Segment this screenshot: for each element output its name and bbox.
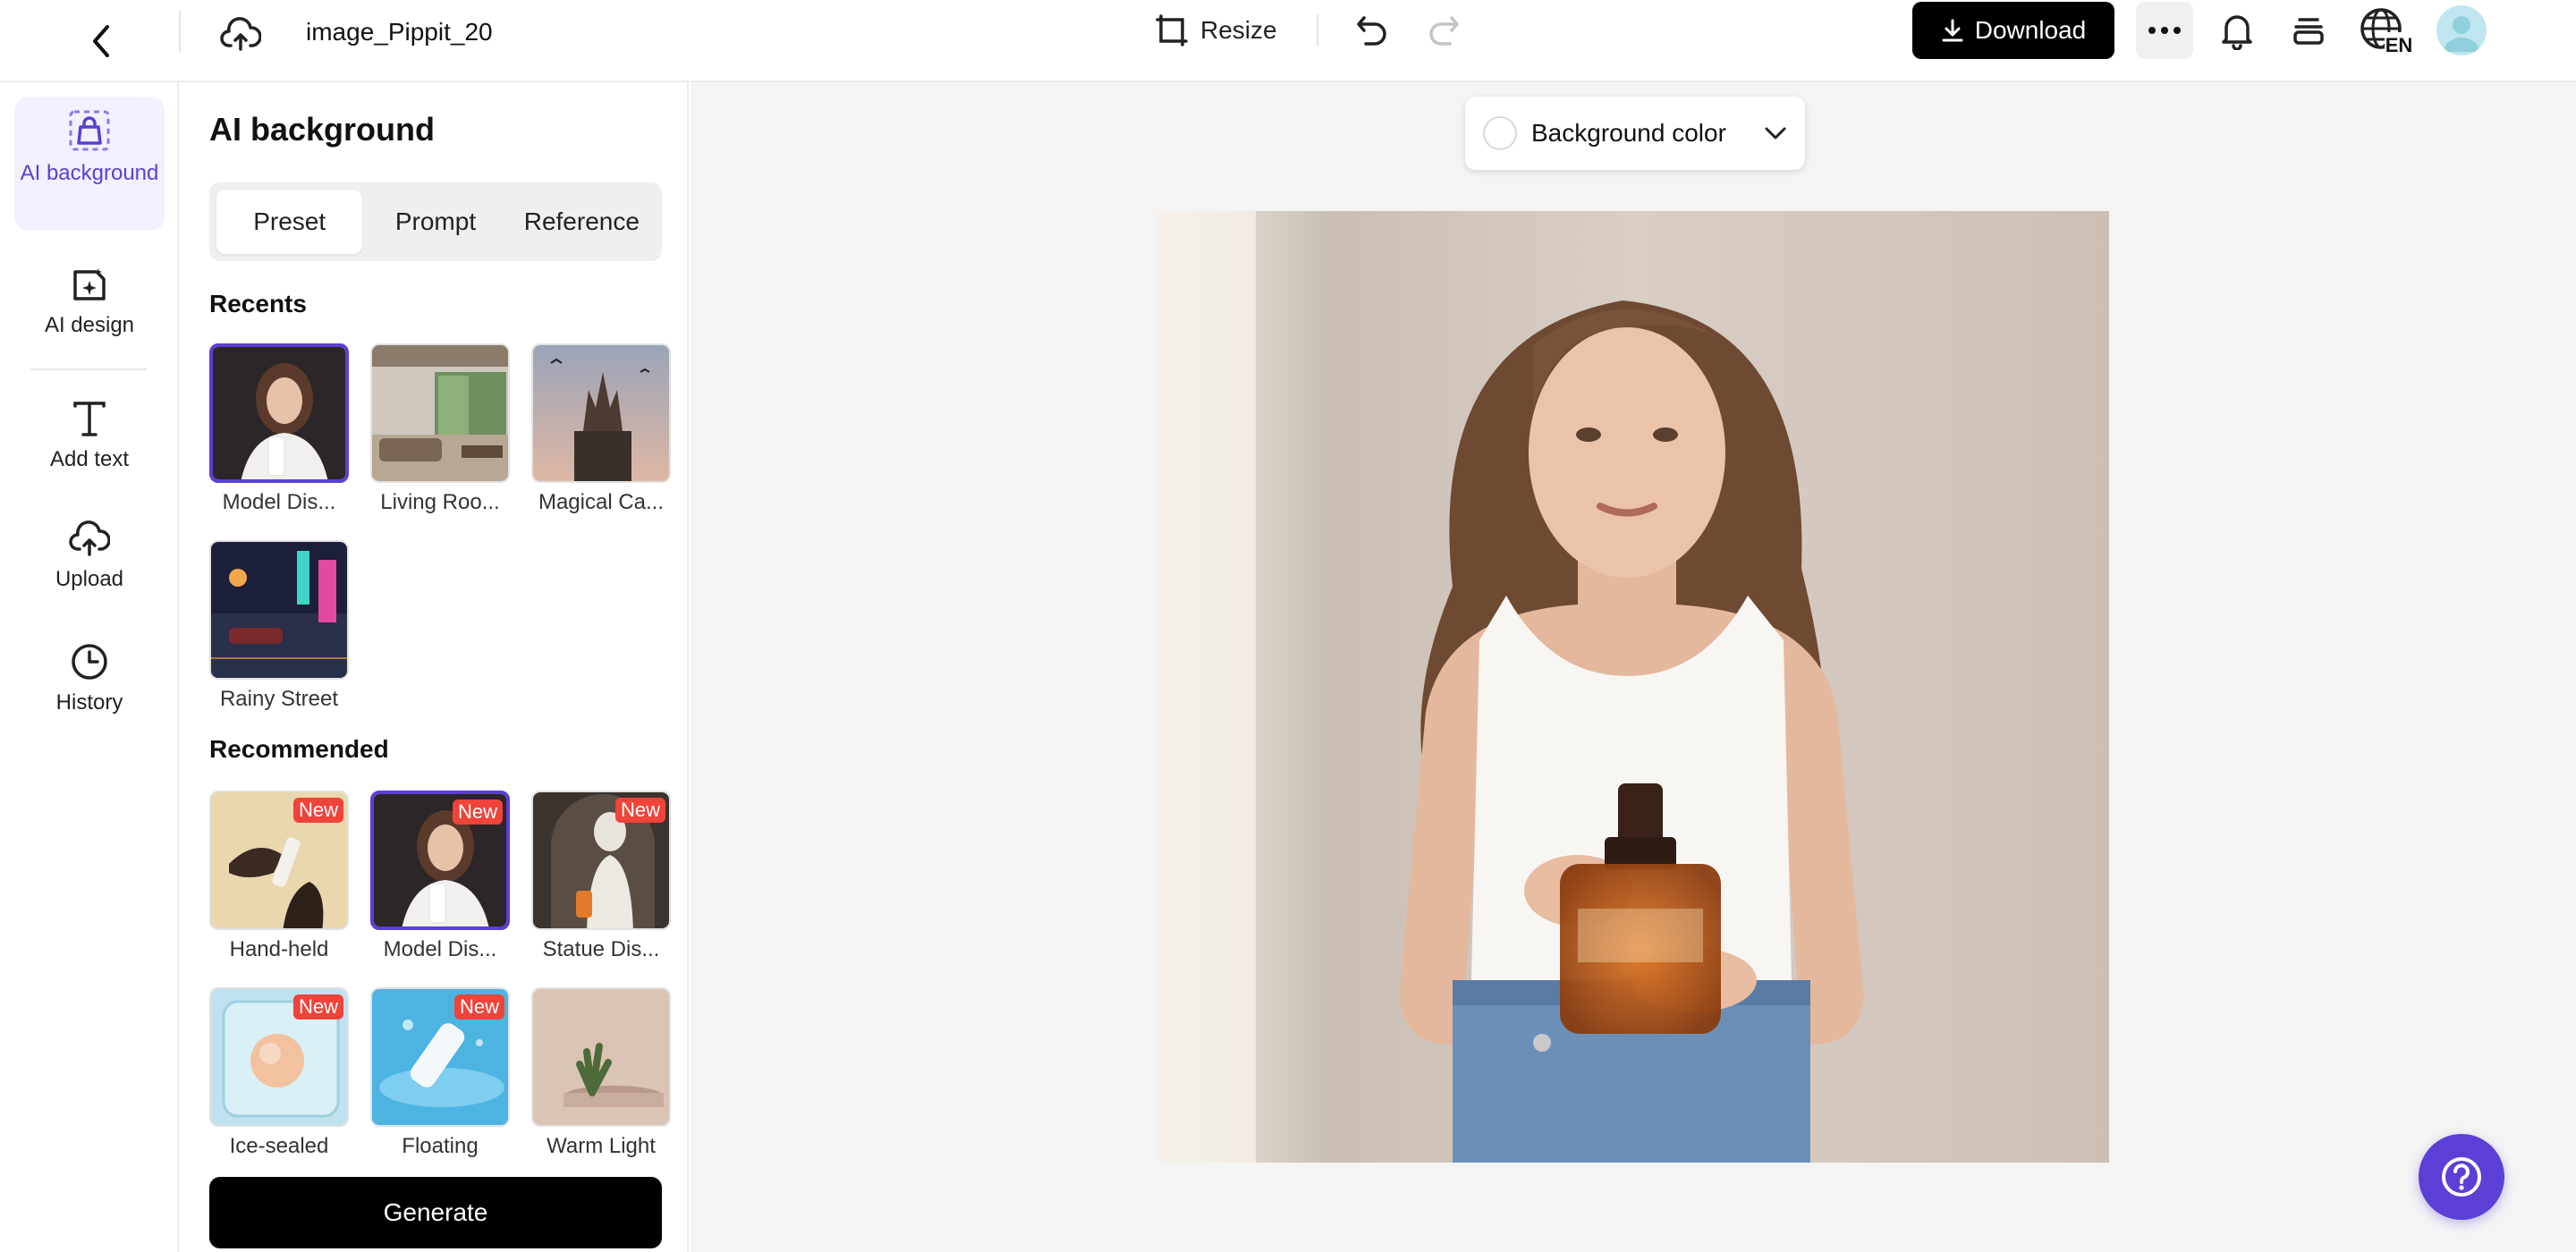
undo-icon (1357, 16, 1386, 46)
resize-icon (1156, 14, 1188, 47)
clock-icon (72, 644, 107, 680)
ai-design-icon (73, 268, 106, 300)
ai-background-icon (69, 110, 110, 151)
tool-rail: AI background AI design Add text Upload … (0, 82, 179, 1252)
top-bar: image_Pippit_20 Resize Download EN (0, 0, 2576, 82)
user-avatar-icon (2444, 16, 2479, 52)
preset-thumbnail (531, 343, 671, 483)
preset-thumbnail (209, 343, 349, 483)
color-swatch (1483, 116, 1517, 150)
preset-label: Warm Light (547, 1134, 656, 1158)
more-options-button[interactable] (2136, 2, 2193, 59)
preset-thumbnail (370, 343, 510, 483)
cloud-upload-icon (220, 17, 261, 51)
back-button[interactable] (80, 13, 120, 70)
rail-item-add-text[interactable]: Add text (14, 386, 165, 494)
language-button[interactable]: EN (2358, 5, 2415, 55)
preset-thumbnail: New (209, 791, 349, 930)
canvas-area: Background color (691, 82, 2576, 1252)
new-badge: New (614, 798, 665, 823)
preset-tile[interactable]: New Statue Dis... (531, 791, 671, 962)
mode-tabs: Preset Prompt Reference (209, 182, 662, 261)
recents-title: Recents (209, 290, 307, 317)
file-name[interactable]: image_Pippit_20 (306, 14, 496, 50)
notifications-button[interactable] (2215, 7, 2259, 54)
rail-item-label: Upload (55, 567, 124, 591)
product-photo (1157, 211, 2109, 1163)
preset-tile[interactable]: New Ice-sealed (209, 987, 349, 1159)
preset-thumbnail: New (370, 987, 510, 1127)
upload-cloud-icon (69, 520, 110, 556)
redo-icon (1429, 16, 1459, 46)
preset-tile[interactable]: Rainy Street (209, 540, 349, 712)
panel-title: AI background (209, 111, 436, 148)
resize-label: Resize (1200, 16, 1277, 44)
ai-background-panel: AI background Preset Prompt Reference Re… (181, 82, 689, 1252)
preset-label: Model Dis... (383, 937, 497, 961)
preset-tile[interactable]: Warm Light (531, 987, 671, 1159)
redo-button[interactable] (1422, 11, 1465, 50)
cloud-save-button[interactable] (218, 13, 263, 57)
preset-tile[interactable]: Model Dis... (209, 343, 349, 515)
rail-item-upload[interactable]: Upload (14, 508, 165, 615)
rail-item-label: AI background (20, 161, 159, 185)
preset-label: Model Dis... (222, 490, 336, 514)
preset-thumbnail: New (370, 791, 510, 930)
preset-tile[interactable]: New Floating (370, 987, 510, 1159)
new-badge: New (292, 798, 343, 823)
stack-icon (2293, 18, 2324, 45)
tab-prompt[interactable]: Prompt (362, 190, 508, 254)
canvas-image[interactable] (1157, 211, 2109, 1163)
generate-button[interactable]: Generate (209, 1177, 662, 1248)
topbar-divider (1317, 14, 1318, 47)
undo-button[interactable] (1351, 11, 1394, 50)
avatar[interactable] (2436, 5, 2487, 55)
bell-icon (2222, 15, 2252, 50)
preset-thumbnail (209, 540, 349, 680)
preset-thumbnail: New (209, 987, 349, 1127)
preset-label: Living Roo... (380, 490, 500, 514)
globe-icon: EN (2360, 8, 2413, 55)
chevron-down-icon (1765, 127, 1786, 140)
preset-label: Magical Ca... (538, 490, 665, 514)
rail-divider (30, 368, 147, 370)
preset-label: Ice-sealed (229, 1134, 329, 1158)
new-badge: New (452, 799, 503, 825)
download-icon (1942, 19, 1963, 42)
new-badge: New (453, 994, 504, 1019)
preset-label: Statue Dis... (542, 937, 660, 961)
download-label: Download (1974, 16, 2087, 44)
language-badge: EN (2385, 34, 2413, 55)
chevron-left-icon (93, 25, 109, 57)
topbar-divider (179, 11, 181, 52)
help-button[interactable] (2419, 1134, 2504, 1220)
rail-item-ai-design[interactable]: AI design (14, 252, 165, 360)
background-color-label: Background color (1531, 119, 1726, 147)
rail-item-label: History (55, 690, 123, 715)
recommended-title: Recommended (209, 735, 389, 763)
preset-tile[interactable]: Living Roo... (370, 343, 510, 515)
resize-button[interactable]: Resize (1154, 11, 1277, 50)
rail-item-label: Add text (49, 447, 130, 471)
layers-button[interactable] (2286, 7, 2331, 54)
rail-item-label: AI design (44, 313, 135, 337)
preset-label: Hand-held (229, 937, 329, 961)
rail-item-ai-background[interactable]: AI background (14, 97, 165, 231)
preset-thumbnail (531, 987, 671, 1127)
new-badge: New (292, 994, 343, 1019)
preset-label: Rainy Street (219, 687, 339, 711)
text-icon (73, 402, 106, 436)
tab-reference[interactable]: Reference (509, 190, 655, 254)
rail-item-history[interactable]: History (14, 630, 165, 737)
question-icon (2442, 1157, 2481, 1197)
background-color-dropdown[interactable]: Background color (1465, 97, 1805, 170)
preset-tile[interactable]: New Hand-held (209, 791, 349, 962)
tab-preset[interactable]: Preset (216, 190, 363, 254)
preset-label: Floating (402, 1134, 479, 1158)
download-button[interactable]: Download (1912, 2, 2114, 59)
more-horizontal-icon (2148, 27, 2181, 34)
preset-tile[interactable]: New Model Dis... (370, 791, 510, 962)
preset-tile[interactable]: Magical Ca... (531, 343, 671, 515)
preset-thumbnail: New (531, 791, 671, 930)
